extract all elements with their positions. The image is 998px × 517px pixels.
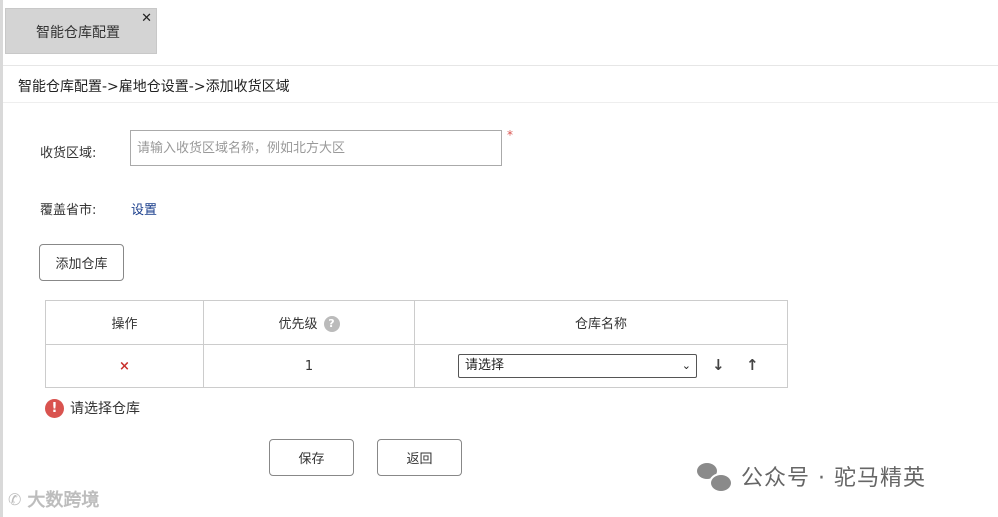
wechat-icon <box>697 461 733 493</box>
header-name: 仓库名称 <box>414 300 788 345</box>
breadcrumb: 智能仓库配置->雇地仓设置->添加收货区域 <box>18 79 290 95</box>
provinces-setting-link[interactable]: 设置 <box>131 199 157 218</box>
move-up-icon[interactable]: ↑ <box>746 356 759 374</box>
watermark-left-text: 大数跨境 <box>27 490 100 511</box>
table-row: × 1 请选择 ⌄ ↓ ↑ <box>45 344 788 388</box>
required-mark: * <box>507 128 513 142</box>
priority-cell: 1 <box>203 344 415 388</box>
warehouse-select-value: 请选择 <box>465 358 505 373</box>
warehouse-select[interactable]: 请选择 ⌄ <box>458 354 697 378</box>
warehouse-name-cell: 请选择 ⌄ ↓ ↑ <box>414 344 788 388</box>
add-warehouse-button[interactable]: 添加仓库 <box>39 244 124 281</box>
header-op-label: 操作 <box>111 317 138 332</box>
header-priority: 优先级? <box>203 300 415 345</box>
watermark-right-text: 公众号 · 驼马精英 <box>741 466 926 491</box>
header-name-label: 仓库名称 <box>574 317 627 332</box>
provinces-label: 覆盖省市: <box>40 203 97 218</box>
error-text: 请选择仓库 <box>70 401 140 417</box>
watermark-left: ✆ 大数跨境 <box>8 486 99 512</box>
area-name-input[interactable] <box>130 130 502 166</box>
error-message: ! 请选择仓库 <box>45 398 140 418</box>
warehouse-table: 操作 优先级? 仓库名称 × 1 请选择 ⌄ ↓ ↑ <box>45 300 788 388</box>
header-priority-label: 优先级 <box>278 316 318 332</box>
op-cell: × <box>45 344 204 388</box>
header-op: 操作 <box>45 300 204 345</box>
save-button[interactable]: 保存 <box>269 439 354 476</box>
close-icon[interactable]: ✕ <box>141 11 152 26</box>
error-icon: ! <box>45 398 64 418</box>
tab-bar: 智能仓库配置 ✕ <box>3 0 998 66</box>
table-header-row: 操作 优先级? 仓库名称 <box>45 300 788 345</box>
watermark-right: 公众号 · 驼马精英 <box>697 460 926 493</box>
delete-icon[interactable]: × <box>119 359 130 374</box>
area-label: 收货区域: <box>40 146 97 161</box>
tab-title: 智能仓库配置 <box>36 25 120 41</box>
move-down-icon[interactable]: ↓ <box>712 356 725 374</box>
breadcrumb-bar: 智能仓库配置->雇地仓设置->添加收货区域 <box>3 66 998 103</box>
chevron-down-icon: ⌄ <box>681 359 691 372</box>
tab-warehouse-config[interactable]: 智能仓库配置 ✕ <box>5 8 157 54</box>
back-button[interactable]: 返回 <box>377 439 462 476</box>
watermark-logo-icon: ✆ <box>8 489 22 509</box>
help-icon[interactable]: ? <box>323 316 340 333</box>
